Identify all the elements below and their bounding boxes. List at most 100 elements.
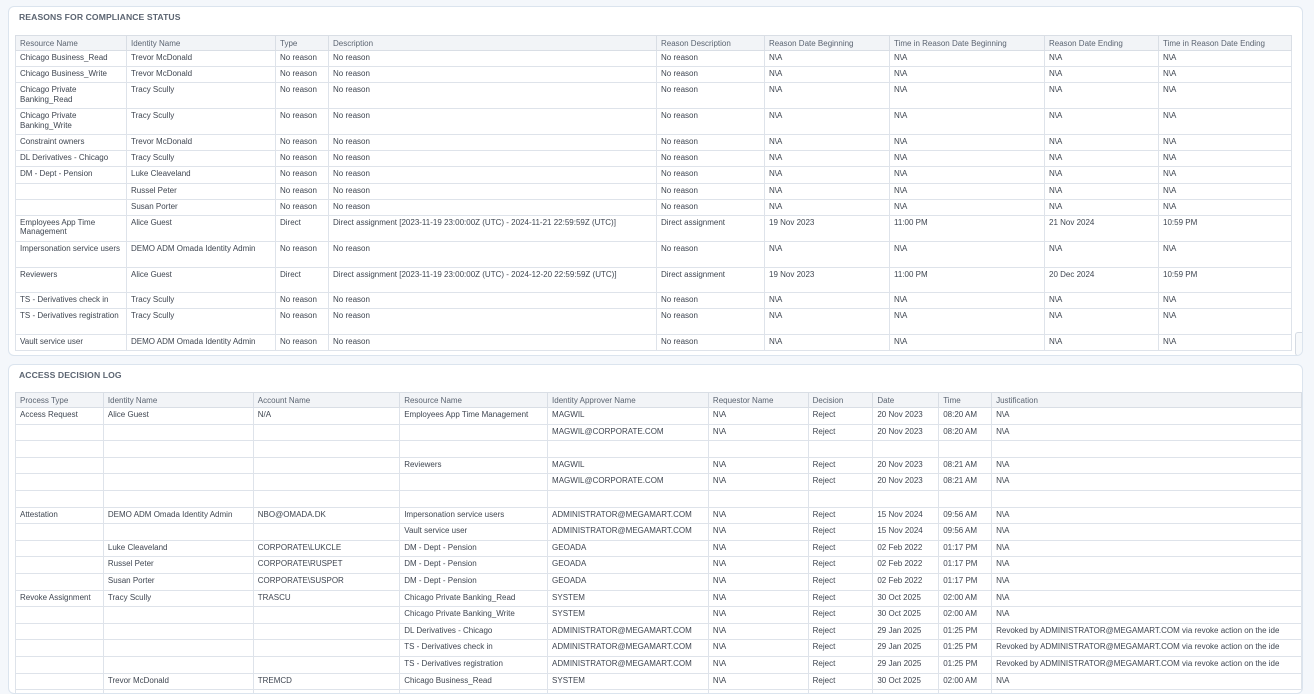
log-cell-requestor-name: N\A: [707, 506, 809, 525]
log-cell-account-name: [252, 606, 401, 624]
log-col-identity-approver-name[interactable]: Identity Approver Name: [547, 392, 709, 408]
log-cell-resource-name: DM - Dept - Pension: [399, 572, 549, 591]
reasons-cell-reason-description: No reason: [656, 108, 765, 135]
log-cell-requestor-name: N\A: [707, 655, 809, 674]
reasons-cell-resource-name: Impersonation service users: [15, 240, 127, 268]
log-cell-process-type: [15, 473, 104, 491]
table-row: Chicago Private Banking_Write Tracy Scull…: [15, 108, 1292, 135]
reasons-cell-time-in-reason-date-ending: N\A: [1158, 108, 1292, 135]
log-cell-time: 09:56 AM: [938, 506, 993, 525]
log-cell-date: 30 Oct 2025: [872, 589, 940, 608]
log-cell-process-type: Access Request: [15, 407, 104, 425]
reasons-cell-reason-date-beginning: N\A: [764, 150, 890, 168]
log-cell-identity-approver-name: GEOADA: [547, 539, 709, 558]
log-col-process-type[interactable]: Process Type: [15, 392, 104, 408]
reasons-cell-resource-name: DL Derivatives - Chicago: [15, 150, 127, 168]
log-col-time[interactable]: Time: [938, 392, 993, 408]
reasons-cell-reason-date-ending: N\A: [1044, 166, 1159, 184]
scroll-handle[interactable]: [1295, 332, 1302, 355]
reasons-cell-reason-date-beginning: 19 Nov 2023: [764, 214, 890, 242]
log-cell-date: 29 Jan 2025: [872, 622, 940, 641]
reasons-col-reason-description[interactable]: Reason Description: [656, 35, 765, 51]
log-cell-decision: Reject: [807, 539, 874, 558]
reasons-cell-description: No reason: [328, 292, 657, 310]
log-col-date[interactable]: Date: [872, 392, 940, 408]
log-col-account-name[interactable]: Account Name: [252, 392, 401, 408]
log-cell-identity-name: Trevor McDonald: [102, 672, 254, 691]
reasons-cell-reason-date-beginning: N\A: [764, 108, 890, 135]
log-cell-identity-approver-name: SYSTEM: [547, 589, 709, 608]
table-row: Chicago Private Banking_Read Tracy Scully…: [15, 82, 1292, 110]
log-cell-requestor-name: N\A: [707, 556, 809, 574]
reasons-col-reason-date-beginning[interactable]: Reason Date Beginning: [764, 35, 890, 51]
reasons-cell-time-in-reason-date-beginning: N\A: [889, 66, 1045, 84]
log-col-justification[interactable]: Justification: [991, 392, 1302, 408]
reasons-col-identity-name[interactable]: Identity Name: [126, 35, 276, 51]
log-cell-decision: Reject: [807, 473, 874, 491]
log-col-identity-name[interactable]: Identity Name: [102, 392, 254, 408]
reasons-cell-identity-name: Tracy Scully: [126, 308, 276, 336]
reasons-col-reason-date-ending[interactable]: Reason Date Ending: [1044, 35, 1159, 51]
log-col-resource-name[interactable]: Resource Name: [399, 392, 549, 408]
log-cell-identity-name: [102, 622, 254, 641]
reasons-cell-reason-date-ending: N\A: [1044, 108, 1159, 135]
reasons-col-resource-name[interactable]: Resource Name: [15, 35, 127, 51]
reasons-cell-description: No reason: [328, 198, 657, 216]
log-cell-requestor-name: N\A: [707, 589, 809, 608]
log-cell-justification: N\A: [991, 572, 1302, 591]
log-cell-justification: Revoked by ADMINISTRATOR@MEGAMART.COM vi…: [991, 622, 1302, 641]
log-cell-process-type: [15, 572, 104, 591]
log-cell-resource-name: DM - Dept - Pension: [399, 556, 549, 574]
log-cell-process-type: [15, 456, 104, 475]
table-row: Chicago Business_Read Trevor McDonald No r…: [15, 49, 1292, 68]
log-cell-account-name: [252, 622, 401, 641]
log-cell-identity-name: Tracy Scully: [102, 589, 254, 608]
log-cell-identity-name: Alice Guest: [102, 407, 254, 425]
reasons-cell-type: No reason: [275, 66, 329, 84]
reasons-cell-type: No reason: [275, 198, 329, 216]
reasons-col-time-in-reason-date-beginning[interactable]: Time in Reason Date Beginning: [889, 35, 1045, 51]
reasons-cell-description: No reason: [328, 334, 657, 352]
log-cell-identity-approver-name: ADMINISTRATOR@MEGAMART.COM: [547, 622, 709, 641]
table-row: [15, 489, 1302, 508]
log-cell-decision: Reject: [807, 589, 874, 608]
access-log-header-row: Process Type Identity Name Account Name Res…: [15, 392, 1302, 408]
table-row: Vault service user DEMO ADM Omada Identit…: [15, 334, 1292, 352]
reasons-cell-identity-name: Alice Guest: [126, 214, 276, 242]
log-cell-identity-approver-name: ADMINISTRATOR@MEGAMART.COM: [547, 523, 709, 541]
log-col-requestor-name[interactable]: Requestor Name: [707, 392, 809, 408]
reasons-cell-description: No reason: [328, 182, 657, 200]
log-col-decision[interactable]: Decision: [807, 392, 874, 408]
log-cell-requestor-name: N\A: [707, 456, 809, 475]
log-cell-time: 01:17 PM: [938, 539, 993, 558]
table-row: Constraint owners Trevor McDonald No reaso…: [15, 133, 1292, 152]
reasons-cell-time-in-reason-date-ending: 10:59 PM: [1158, 266, 1292, 294]
log-cell-decision: [807, 440, 874, 458]
reasons-cell-time-in-reason-date-ending: N\A: [1158, 166, 1292, 184]
log-cell-date: 20 Nov 2023: [872, 407, 940, 425]
reasons-cell-time-in-reason-date-ending: N\A: [1158, 198, 1292, 216]
reasons-cell-identity-name: Trevor McDonald: [126, 133, 276, 152]
log-cell-date: 02 Feb 2022: [872, 539, 940, 558]
reasons-cell-resource-name: TS - Derivatives registration: [15, 308, 127, 336]
reasons-col-description[interactable]: Description: [328, 35, 657, 51]
log-cell-identity-approver-name: ADMINISTRATOR@MEGAMART.COM: [547, 506, 709, 525]
log-cell-identity-name: [102, 655, 254, 674]
table-row: MAGWIL@CORPORATE.COM N\A Reject 20 Nov 2023…: [15, 473, 1302, 491]
reasons-cell-resource-name: DM - Dept - Pension: [15, 166, 127, 184]
reasons-cell-reason-description: No reason: [656, 308, 765, 336]
table-row: DM - Dept - Pension Luke Cleaveland No rea…: [15, 166, 1292, 184]
reasons-col-type[interactable]: Type: [275, 35, 329, 51]
log-cell-identity-name: [102, 423, 254, 442]
reasons-cell-resource-name: Chicago Private Banking_Read: [15, 82, 127, 110]
table-row: Revoke Assignment Tracy Scully TRASCU Chica…: [15, 589, 1302, 608]
log-cell-account-name: [252, 440, 401, 458]
reasons-cell-reason-date-beginning: N\A: [764, 308, 890, 336]
table-row: [15, 689, 1302, 693]
log-cell-resource-name: DM - Dept - Pension: [399, 539, 549, 558]
log-cell-account-name: TRASCU: [252, 589, 401, 608]
log-cell-justification: N\A: [991, 407, 1302, 425]
reasons-cell-identity-name: Susan Porter: [126, 198, 276, 216]
reasons-cell-description: No reason: [328, 49, 657, 68]
reasons-col-time-in-reason-date-ending[interactable]: Time in Reason Date Ending: [1158, 35, 1292, 51]
